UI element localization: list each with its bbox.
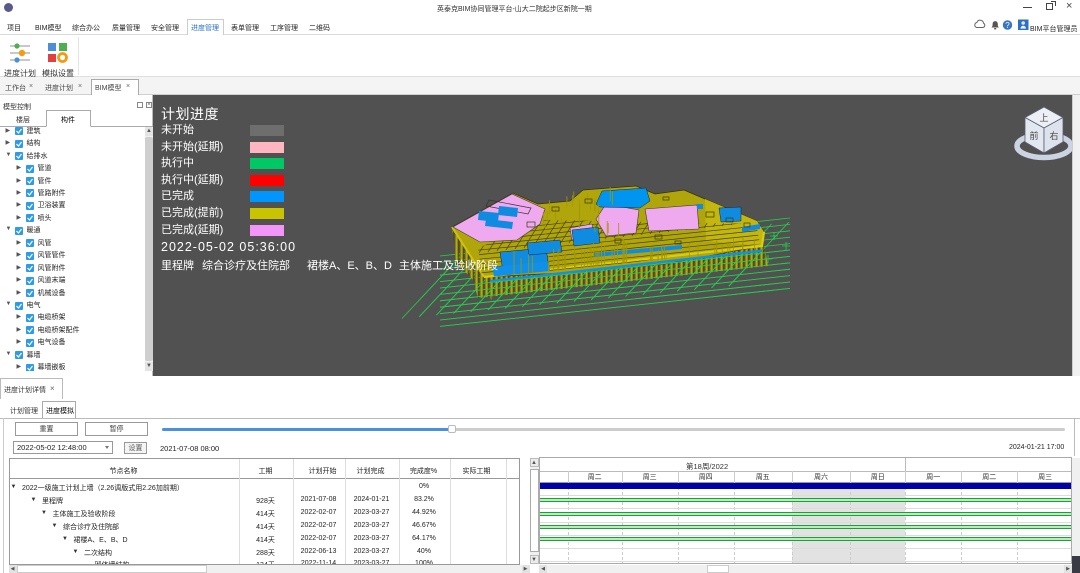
svg-text:右: 右: [1049, 130, 1058, 141]
svg-text:?: ?: [1005, 21, 1010, 30]
svg-text:上: 上: [1039, 113, 1048, 123]
svg-text:前: 前: [1029, 130, 1038, 141]
